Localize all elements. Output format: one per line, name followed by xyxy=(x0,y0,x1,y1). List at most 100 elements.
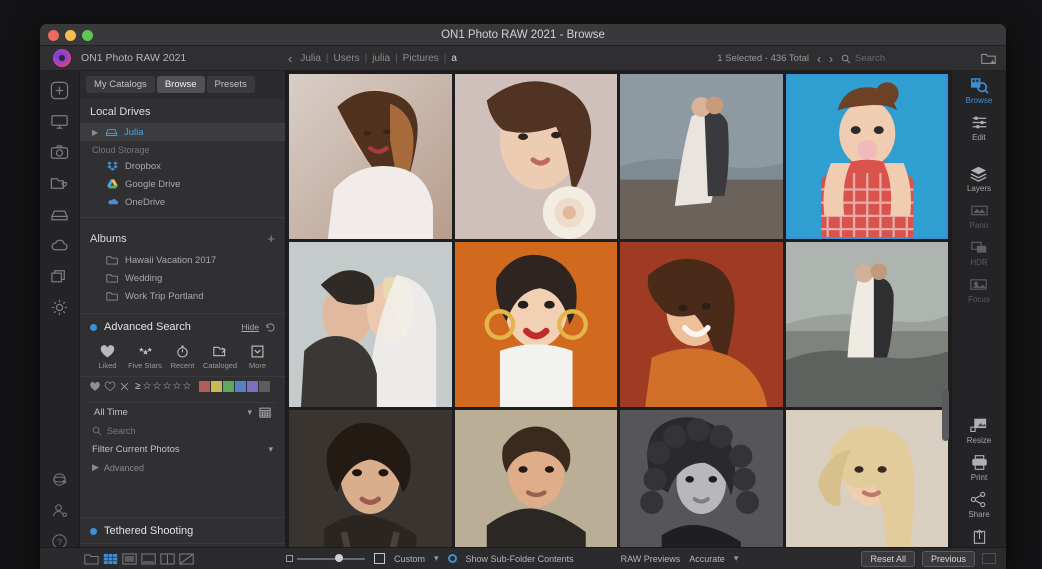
color-swatch-yellow[interactable] xyxy=(211,381,223,392)
slider-knob[interactable] xyxy=(335,554,343,562)
folder-favorite-icon[interactable] xyxy=(50,174,69,193)
photo-thumbnail[interactable] xyxy=(289,410,452,569)
color-swatch-blue[interactable] xyxy=(235,381,247,392)
reject-x-icon[interactable] xyxy=(119,381,130,392)
camera-icon[interactable] xyxy=(50,143,69,162)
maximize-button[interactable] xyxy=(82,30,93,41)
show-subfolder-radio[interactable] xyxy=(447,554,457,563)
sidebar-item-onedrive[interactable]: OneDrive xyxy=(80,193,285,211)
breadcrumb-item-4[interactable]: a xyxy=(451,53,457,64)
photo-thumbnail[interactable] xyxy=(785,242,948,407)
reset-icon[interactable] xyxy=(265,322,276,333)
advanced-toggle[interactable]: ▶ Advanced xyxy=(80,459,285,479)
photo-thumbnail[interactable] xyxy=(785,410,948,569)
grid-scrollbar[interactable] xyxy=(942,389,949,441)
module-edit[interactable]: Edit xyxy=(970,114,989,142)
panel-search-box[interactable]: Search xyxy=(80,421,285,440)
color-swatch-green[interactable] xyxy=(223,381,235,392)
module-resize[interactable]: Resize xyxy=(967,417,991,445)
add-icon[interactable] xyxy=(50,81,69,100)
previous-photo-button[interactable]: ‹ xyxy=(817,52,821,66)
filter-five-stars[interactable]: Five Stars xyxy=(127,344,164,370)
tab-browse[interactable]: Browse xyxy=(156,76,205,93)
filter-cataloged[interactable]: Cataloged xyxy=(202,344,239,370)
map-view-icon[interactable] xyxy=(179,553,194,565)
heart-outline-icon[interactable] xyxy=(104,381,116,392)
chevron-down-icon[interactable]: ▾ xyxy=(268,444,273,455)
time-filter-select[interactable]: All Time ▾ xyxy=(89,402,276,421)
toggle-panel-icon[interactable] xyxy=(982,553,996,564)
module-browse[interactable]: Browse xyxy=(966,77,992,105)
sidebar-item-album-hawaii[interactable]: Hawaii Vacation 2017 xyxy=(80,251,285,269)
chevron-down-icon[interactable]: ▾ xyxy=(734,553,739,564)
hard-drive-icon[interactable] xyxy=(50,205,69,224)
advanced-search-header[interactable]: Advanced Search Hide xyxy=(80,313,285,339)
sidebar-item-julia-drive[interactable]: ▶ Julia xyxy=(80,123,285,141)
filter-recent[interactable]: Recent xyxy=(164,344,201,370)
filter-more[interactable]: More xyxy=(239,344,276,370)
minimize-button[interactable] xyxy=(65,30,76,41)
search-box[interactable] xyxy=(841,53,943,64)
breadcrumb-item-0[interactable]: Julia xyxy=(300,53,321,64)
photo-thumbnail[interactable] xyxy=(620,74,783,239)
color-swatch-none[interactable] xyxy=(259,381,271,392)
detail-view-icon[interactable] xyxy=(122,553,137,565)
chevron-right-icon[interactable]: ▶ xyxy=(92,128,99,137)
photo-thumbnail[interactable] xyxy=(620,242,783,407)
close-button[interactable] xyxy=(48,30,59,41)
photo-thumbnail-selected[interactable] xyxy=(785,74,948,239)
photo-thumbnail[interactable] xyxy=(620,410,783,569)
stack-icon[interactable] xyxy=(50,267,69,286)
sidebar-item-album-portland[interactable]: Work Trip Portland xyxy=(80,287,285,305)
star-4[interactable]: ☆ xyxy=(172,381,181,392)
slider-track[interactable] xyxy=(297,554,365,562)
sidebar-item-google-drive[interactable]: Google Drive xyxy=(80,175,285,193)
add-album-button[interactable]: + xyxy=(267,231,275,246)
photo-thumbnail[interactable] xyxy=(454,410,617,569)
photo-thumbnail[interactable] xyxy=(289,74,452,239)
sidebar-item-dropbox[interactable]: Dropbox xyxy=(80,157,285,175)
star-3[interactable]: ☆ xyxy=(162,381,171,392)
tethered-shooting-header[interactable]: Tethered Shooting xyxy=(80,517,285,543)
star-2[interactable]: ☆ xyxy=(152,381,161,392)
sync-icon[interactable] xyxy=(50,470,69,489)
filter-current-photos-select[interactable]: Filter Current Photos ▾ xyxy=(80,440,285,459)
photo-thumbnail[interactable] xyxy=(289,242,452,407)
module-share[interactable]: Share xyxy=(968,491,990,519)
search-input[interactable] xyxy=(855,53,943,64)
color-swatch-purple[interactable] xyxy=(247,381,259,392)
breadcrumb-item-2[interactable]: julia xyxy=(372,53,390,64)
hide-link[interactable]: Hide xyxy=(242,322,259,332)
folder-view-icon[interactable] xyxy=(84,553,99,565)
star-1[interactable]: ☆ xyxy=(143,381,152,392)
cloud-icon[interactable] xyxy=(50,236,69,255)
raw-previews-value[interactable]: Accurate xyxy=(689,554,725,564)
breadcrumb-item-3[interactable]: Pictures xyxy=(403,53,439,64)
calendar-icon[interactable] xyxy=(259,406,271,418)
module-hdr[interactable]: HDR xyxy=(970,239,989,267)
monitor-icon[interactable] xyxy=(50,112,69,131)
compare-view-icon[interactable] xyxy=(160,553,175,565)
filmstrip-view-icon[interactable] xyxy=(141,553,156,565)
grid-view-icon[interactable] xyxy=(103,553,118,565)
breadcrumb-item-1[interactable]: Users xyxy=(334,53,360,64)
next-photo-button[interactable]: › xyxy=(829,52,833,66)
module-focus[interactable]: Focus xyxy=(968,276,990,304)
brightness-icon[interactable] xyxy=(50,298,69,317)
color-swatch-red[interactable] xyxy=(199,381,211,392)
tab-presets[interactable]: Presets xyxy=(206,76,255,93)
chevron-down-icon[interactable]: ▾ xyxy=(247,407,252,418)
account-icon[interactable] xyxy=(50,501,69,520)
filter-liked[interactable]: Liked xyxy=(89,344,126,370)
chevron-down-icon[interactable]: ▾ xyxy=(434,553,439,564)
previous-button[interactable]: Previous xyxy=(921,550,975,567)
new-folder-icon[interactable] xyxy=(981,52,996,65)
reset-all-button[interactable]: Reset All xyxy=(861,550,915,567)
breadcrumb-back-icon[interactable]: ‹ xyxy=(288,51,292,66)
photo-thumbnail[interactable] xyxy=(454,74,617,239)
sidebar-item-album-wedding[interactable]: Wedding xyxy=(80,269,285,287)
module-layers[interactable]: Layers xyxy=(967,165,991,193)
photo-grid-container[interactable] xyxy=(286,71,951,569)
thumbnail-size-slider[interactable] xyxy=(286,554,365,562)
module-print[interactable]: Print xyxy=(970,454,989,482)
